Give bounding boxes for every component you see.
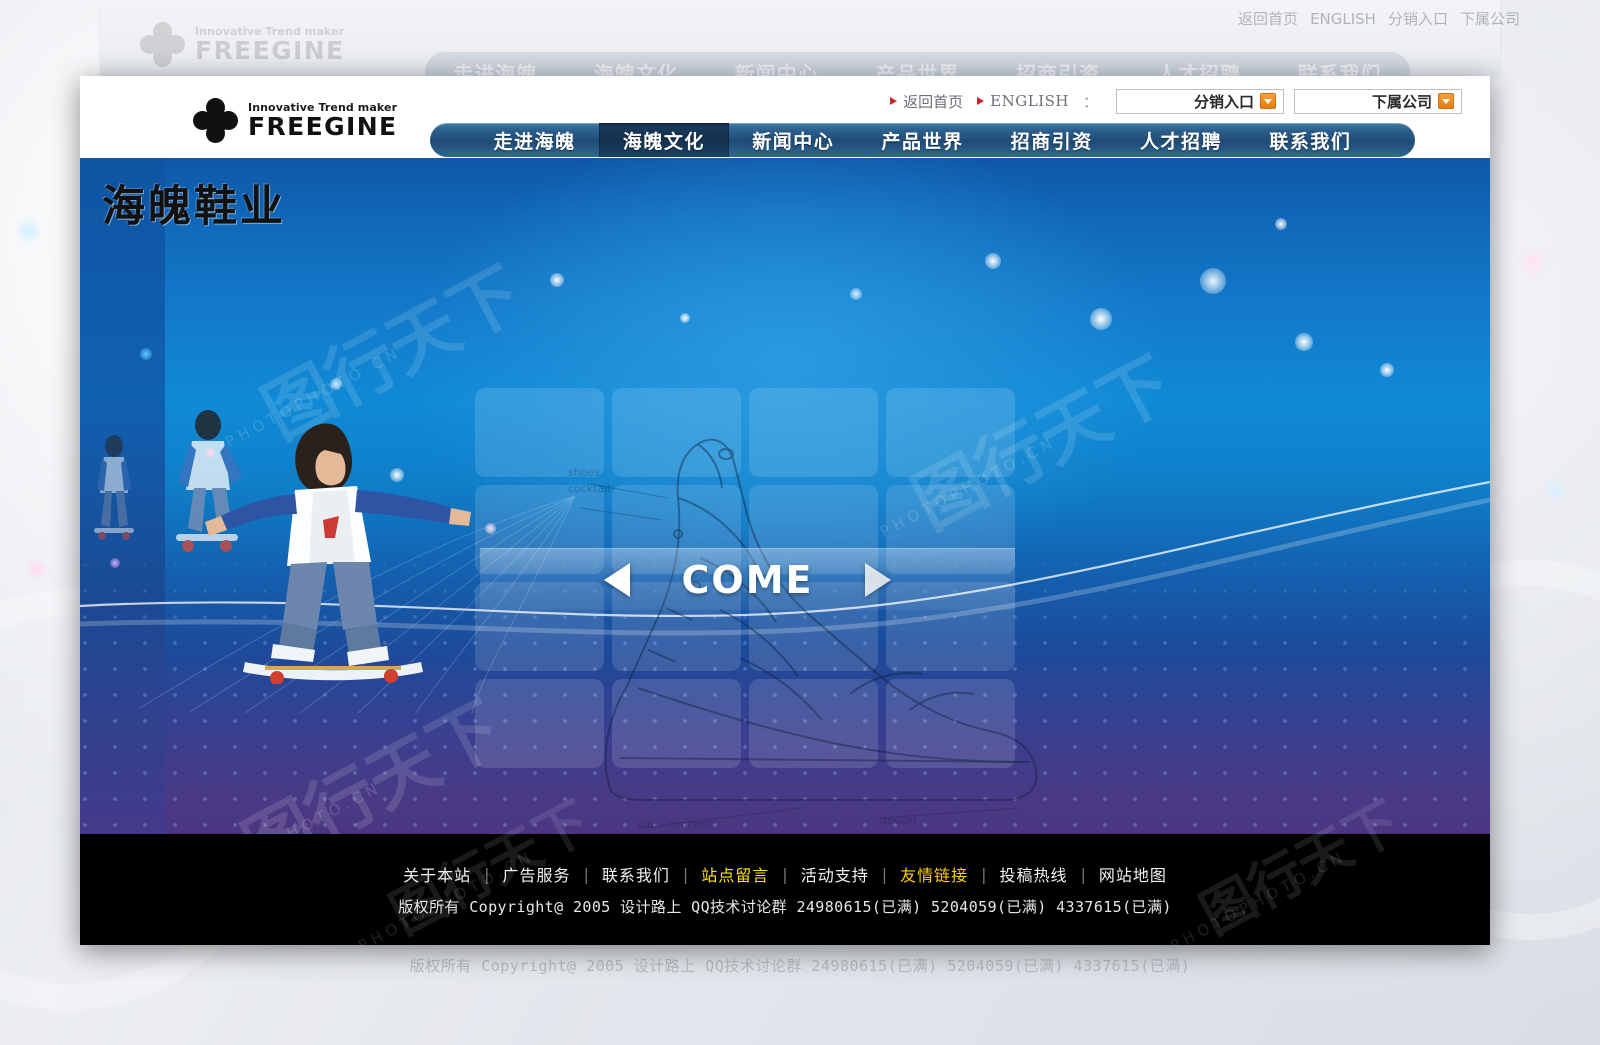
nav-item-products[interactable]: 产品世界 xyxy=(858,123,987,157)
hero-carousel-bar[interactable]: COME xyxy=(480,548,1015,610)
nav-item-label: 人才招聘 xyxy=(1140,130,1223,153)
caret-down-icon xyxy=(1438,93,1454,109)
footer-link-sitemap[interactable]: 网站地图 xyxy=(1099,862,1167,886)
distributor-entry-button[interactable]: 分销入口 xyxy=(1116,88,1284,114)
footer-separator: | xyxy=(782,864,788,884)
footer-link-submission-hotline[interactable]: 投稿热线 xyxy=(1000,862,1068,886)
main-navigation: 走进海魄 海魄文化 新闻中心 产品世界 招商引资 人才招聘 联系我们 xyxy=(430,123,1415,157)
bokeh-dot xyxy=(1380,363,1394,377)
nav-item-careers[interactable]: 人才招聘 xyxy=(1116,123,1245,157)
distributor-entry-label: 分销入口 xyxy=(1193,92,1254,111)
nav-item-culture[interactable]: 海魄文化 xyxy=(599,123,729,157)
bokeh-dot xyxy=(485,523,496,534)
brand-logo[interactable]: Innovative Trend maker FREEGINE xyxy=(193,98,398,144)
nav-item-label: 联系我们 xyxy=(1269,130,1352,153)
bokeh-dot xyxy=(18,220,40,242)
nav-item-news[interactable]: 新闻中心 xyxy=(729,123,858,157)
svg-text:cocktail: cocktail xyxy=(568,482,610,495)
subsidiary-company-label: 下属公司 xyxy=(1371,92,1432,111)
nav-item-label: 新闻中心 xyxy=(752,130,835,153)
footer-separator: | xyxy=(981,864,987,884)
bokeh-dot xyxy=(1275,218,1287,230)
bullet-triangle-icon xyxy=(977,97,985,105)
top-utility-bar: 返回首页 ENGLISH ： 分销入口 下属公司 xyxy=(890,86,1462,116)
footer-separator: | xyxy=(1080,864,1086,884)
footer-link-friendly-links[interactable]: 友情链接 xyxy=(900,862,968,886)
nav-item-label: 走进海魄 xyxy=(493,130,576,153)
ghost-btn-2: 下属公司 xyxy=(1459,10,1520,28)
ghost-home-link: 返回首页 xyxy=(1238,10,1299,28)
hero-banner: shoes cocktail clip · concept design 海魄鞋… xyxy=(80,158,1490,834)
bokeh-dot xyxy=(1090,308,1112,330)
bokeh-dot xyxy=(850,288,862,300)
caret-down-icon xyxy=(1260,93,1276,109)
bokeh-dot xyxy=(1545,480,1565,500)
skater-figure-main xyxy=(205,423,471,684)
ghost-english-link: ENGLISH xyxy=(1310,9,1376,28)
site-footer: 关于本站 | 广告服务 | 联系我们 | 站点留言 | 活动支持 | 友情链接 … xyxy=(80,789,1490,945)
svg-text:shoes: shoes xyxy=(568,466,600,479)
footer-copyright: 版权所有 Copyright@ 2005 设计路上 QQ技术讨论群 249806… xyxy=(398,898,1172,916)
bullet-triangle-icon xyxy=(890,97,898,105)
footer-link-event-support[interactable]: 活动支持 xyxy=(801,862,869,886)
nav-item-investment[interactable]: 招商引资 xyxy=(987,123,1116,157)
footer-link-about[interactable]: 关于本站 xyxy=(403,862,471,886)
bokeh-dot xyxy=(680,313,690,323)
english-link-label: ENGLISH xyxy=(990,92,1069,110)
subsidiary-company-button[interactable]: 下属公司 xyxy=(1294,88,1462,114)
footer-separator: | xyxy=(881,864,888,884)
bokeh-dot xyxy=(550,273,564,287)
ghost-footer-copyright: 版权所有 Copyright@ 2005 设计路上 QQ技术讨论群 249806… xyxy=(409,956,1191,975)
ghost-btn-1: 分销入口 xyxy=(1387,10,1448,28)
skater-figure-far xyxy=(94,435,134,540)
hero-title: 海魄鞋业 xyxy=(102,182,286,232)
arrow-left-icon[interactable] xyxy=(603,562,630,597)
bokeh-dot xyxy=(1520,250,1546,276)
bokeh-dot xyxy=(28,560,46,578)
site-header: Innovative Trend maker FREEGINE 返回首页 ENG… xyxy=(80,76,1490,158)
nav-left-pad xyxy=(430,123,470,157)
bokeh-dot xyxy=(985,253,1001,269)
nav-item-label: 海魄文化 xyxy=(622,130,705,153)
arrow-right-icon[interactable] xyxy=(865,562,892,597)
footer-separator: | xyxy=(484,864,490,884)
freegine-clover-icon xyxy=(193,98,239,144)
home-link-label: 返回首页 xyxy=(903,92,964,111)
footer-separator: | xyxy=(682,864,689,884)
home-link[interactable]: 返回首页 xyxy=(890,91,963,112)
footer-link-list: 关于本站 | 广告服务 | 联系我们 | 站点留言 | 活动支持 | 友情链接 … xyxy=(403,862,1167,886)
ghost-brand-name: FREEGINE xyxy=(195,36,345,66)
bokeh-dot xyxy=(1200,268,1226,294)
footer-link-guestbook[interactable]: 站点留言 xyxy=(701,862,769,886)
nav-item-about[interactable]: 走进海魄 xyxy=(470,123,599,157)
hero-cta-label: COME xyxy=(681,557,814,602)
bokeh-dot xyxy=(1295,333,1313,351)
svg-text:design: design xyxy=(880,814,917,827)
ghost-topbar: 返回首页 ENGLISH 分销入口 下属公司 xyxy=(1238,8,1520,29)
footer-link-contact[interactable]: 联系我们 xyxy=(602,862,670,886)
nav-item-contact[interactable]: 联系我们 xyxy=(1246,123,1375,157)
footer-link-ads[interactable]: 广告服务 xyxy=(502,862,570,886)
footer-separator: | xyxy=(583,864,589,884)
bokeh-dot xyxy=(330,378,342,390)
svg-text:clip · concept: clip · concept xyxy=(638,818,712,828)
nav-item-label: 产品世界 xyxy=(881,130,964,153)
site-page: Innovative Trend maker FREEGINE 返回首页 ENG… xyxy=(80,76,1490,945)
brand-name: FREEGINE xyxy=(248,112,398,142)
nav-right-pad xyxy=(1375,123,1415,157)
english-link[interactable]: ENGLISH xyxy=(977,92,1069,110)
watermark-subtext: PHOTOPHOTO.CN xyxy=(1167,846,1350,945)
topbar-colon: ： xyxy=(1082,92,1098,111)
nav-item-label: 招商引资 xyxy=(1010,130,1093,153)
ghost-brand-logo: Innovative Trend maker FREEGINE xyxy=(140,22,345,68)
